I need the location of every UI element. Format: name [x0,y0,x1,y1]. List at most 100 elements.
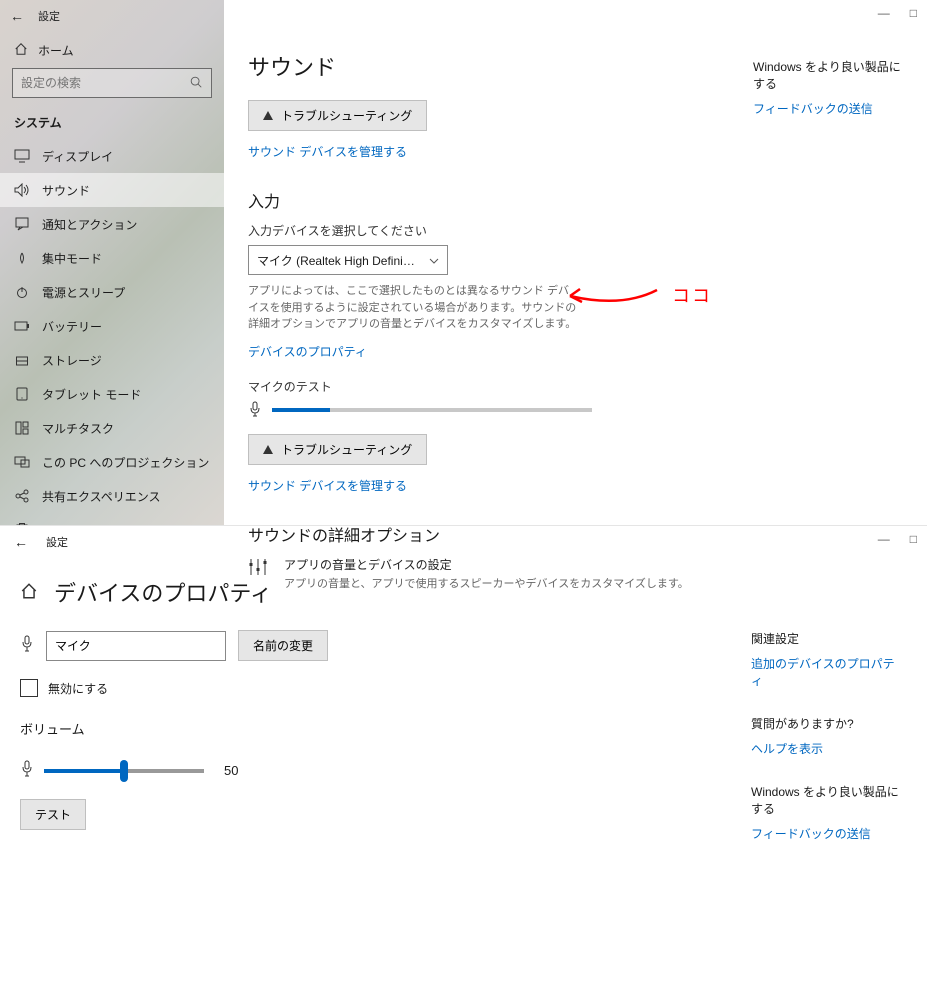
volume-slider[interactable] [44,769,204,773]
disable-label: 無効にする [48,680,108,697]
warning-icon [263,445,273,454]
sidebar-item-label: クリップボード [42,522,126,526]
battery-icon [14,321,30,331]
input-device-select[interactable]: マイク (Realtek High Definition Au... [248,245,448,275]
sidebar-item-label: 通知とアクション [42,216,137,233]
device-name-input[interactable] [46,631,226,661]
search-input[interactable] [12,68,212,98]
page-title: デバイスのプロパティ [54,576,272,608]
sidebar-item-display[interactable]: ディスプレイ [0,139,224,173]
rr-heading: Windows をより良い製品にする [753,58,903,92]
sidebar-item-label: タブレット モード [42,386,141,403]
sidebar-item-multitask[interactable]: マルチタスク [0,411,224,445]
maximize-icon[interactable]: □ [910,6,917,20]
projection-icon [14,456,30,468]
titlebar-label: 設定 [46,534,68,550]
multitask-icon [14,421,30,435]
home-icon[interactable] [20,582,38,603]
sidebar-item-label: バッテリー [42,318,102,335]
help-heading: 質問がありますか? [751,715,901,732]
sidebar-item-label: この PC へのプロジェクション [42,454,209,471]
back-icon[interactable]: ← [14,534,28,550]
mic-test-row [248,401,903,420]
related-heading: 関連設定 [751,630,901,647]
rename-button[interactable]: 名前の変更 [238,630,328,661]
chevron-down-icon [429,253,439,267]
minimize-icon[interactable]: — [878,532,890,546]
tablet-icon [14,387,30,401]
feedback-link[interactable]: フィードバックの送信 [753,100,873,117]
main-content: — □ サウンド トラブルシューティング サウンド デバイスを管理する 入力 入… [224,0,927,525]
disable-checkbox[interactable] [20,679,38,697]
sound-icon [14,183,30,197]
volume-value: 50 [224,763,238,778]
sidebar-item-label: サウンド [42,182,90,199]
mic-level-bar [272,408,592,412]
manage-devices-link-2[interactable]: サウンド デバイスを管理する [248,477,407,494]
clipboard-icon [14,523,30,525]
window-controls: — □ [878,532,917,546]
home-icon [14,42,28,59]
search-icon [189,75,203,92]
device-properties-link[interactable]: デバイスのプロパティ [248,343,367,360]
device-properties-window: ← 設定 — □ デバイスのプロパティ 名前の変更 無効にする [0,526,927,999]
sidebar-item-label: 共有エクスペリエンス [42,488,161,505]
sidebar-item-sound[interactable]: サウンド [0,173,224,207]
maximize-icon[interactable]: □ [910,532,917,546]
sidebar-item-storage[interactable]: ストレージ [0,343,224,377]
annotation-text: ココ [672,282,712,308]
sidebar-item-focus[interactable]: 集中モード [0,241,224,275]
feedback-heading: Windows をより良い製品にする [751,783,901,817]
right-rail: Windows をより良い製品にする フィードバックの送信 [753,58,903,117]
back-icon[interactable]: ← [10,8,24,24]
test-button[interactable]: テスト [20,799,86,830]
sidebar-home[interactable]: ホーム [0,32,224,68]
section-label: システム [0,106,224,139]
sidebar: ← 設定 ホーム システム ディスプレイ [0,0,224,525]
mic-test-label: マイクのテスト [248,378,903,395]
sidebar-item-label: ストレージ [42,352,102,369]
button-label: テスト [35,806,71,823]
feedback-link[interactable]: フィードバックの送信 [751,825,871,842]
slider-thumb[interactable] [120,760,128,782]
titlebar: ← 設定 — □ [0,526,927,558]
mic-icon [248,401,262,420]
sidebar-item-tablet[interactable]: タブレット モード [0,377,224,411]
mic-icon [20,635,34,656]
mic-icon [20,760,34,781]
home-label: ホーム [38,42,74,59]
related-link[interactable]: 追加のデバイスのプロパティ [751,655,901,689]
sidebar-item-label: ディスプレイ [42,148,113,165]
warning-icon [263,111,273,120]
button-label: トラブルシューティング [281,441,412,458]
sidebar-item-shared[interactable]: 共有エクスペリエンス [0,479,224,513]
notification-icon [14,217,30,231]
minimize-icon[interactable]: — [878,6,890,20]
sidebar-item-battery[interactable]: バッテリー [0,309,224,343]
share-icon [14,489,30,503]
storage-icon [14,353,30,367]
input-heading: 入力 [248,188,903,212]
sidebar-item-label: マルチタスク [42,420,114,437]
sidebar-item-power[interactable]: 電源とスリープ [0,275,224,309]
titlebar: ← 設定 [0,0,224,32]
power-icon [14,285,30,299]
troubleshoot-button[interactable]: トラブルシューティング [248,100,427,131]
button-label: トラブルシューティング [281,107,412,124]
button-label: 名前の変更 [253,637,313,654]
select-value: マイク (Realtek High Definition Au... [257,252,417,269]
search-field[interactable] [21,76,189,90]
manage-devices-link[interactable]: サウンド デバイスを管理する [248,143,407,160]
sidebar-item-notifications[interactable]: 通知とアクション [0,207,224,241]
choose-input-label: 入力デバイスを選択してください [248,222,903,239]
sidebar-item-label: 電源とスリープ [42,284,125,301]
sidebar-item-projection[interactable]: この PC へのプロジェクション [0,445,224,479]
right-rail: 関連設定 追加のデバイスのプロパティ 質問がありますか? ヘルプを表示 Wind… [751,630,901,868]
display-icon [14,149,30,163]
troubleshoot-input-button[interactable]: トラブルシューティング [248,434,427,465]
help-link[interactable]: ヘルプを表示 [751,740,823,757]
sidebar-item-clipboard[interactable]: クリップボード [0,513,224,525]
focus-icon [14,251,30,265]
titlebar-label: 設定 [38,8,60,24]
input-desc: アプリによっては、ここで選択したものとは異なるサウンド デバイスを使用するように… [248,283,578,333]
